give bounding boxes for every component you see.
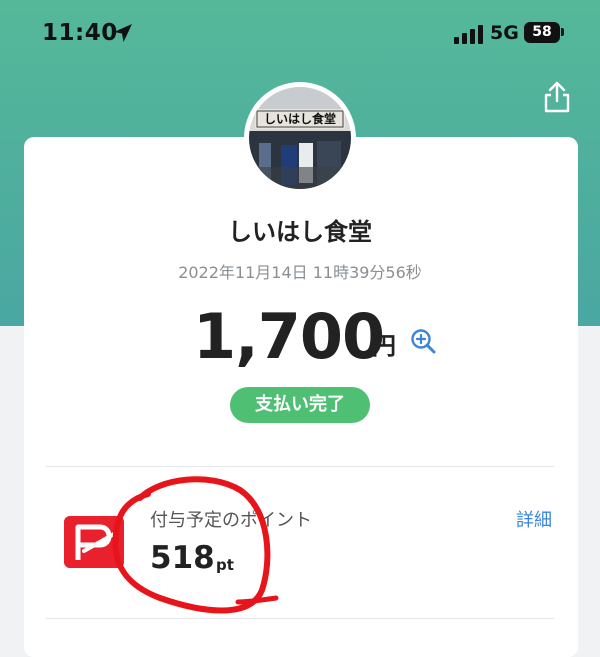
zoom-in-icon[interactable] bbox=[409, 327, 437, 355]
points-unit: pt bbox=[216, 556, 234, 574]
payment-status-badge: 支払い完了 bbox=[230, 387, 370, 423]
points-label: 付与予定のポイント bbox=[150, 510, 312, 531]
share-icon[interactable] bbox=[542, 80, 572, 114]
currency-label: 円 bbox=[372, 332, 396, 360]
signal-bars-icon bbox=[454, 25, 483, 44]
battery-icon: 58 bbox=[524, 22, 560, 43]
divider bbox=[46, 466, 554, 467]
details-link[interactable]: 詳細 bbox=[516, 506, 552, 532]
svg-text:しいはし食堂: しいはし食堂 bbox=[264, 111, 336, 126]
divider-bottom bbox=[46, 618, 554, 619]
store-avatar: しいはし食堂 bbox=[244, 82, 356, 194]
status-time: 11:40 bbox=[42, 20, 118, 46]
battery-tip bbox=[561, 28, 564, 36]
store-photo: しいはし食堂 bbox=[249, 87, 351, 189]
payment-amount: 1,700 bbox=[193, 300, 385, 373]
store-name: しいはし食堂 bbox=[228, 218, 372, 246]
points-value: 518 bbox=[150, 540, 215, 576]
location-arrow-icon bbox=[114, 24, 132, 42]
network-type: 5G bbox=[490, 22, 519, 44]
payment-timestamp: 2022年11月14日 11時39分56秒 bbox=[178, 263, 422, 282]
status-bar: 11:40 5G 58 bbox=[0, 0, 600, 66]
paypay-logo-icon bbox=[64, 516, 124, 568]
